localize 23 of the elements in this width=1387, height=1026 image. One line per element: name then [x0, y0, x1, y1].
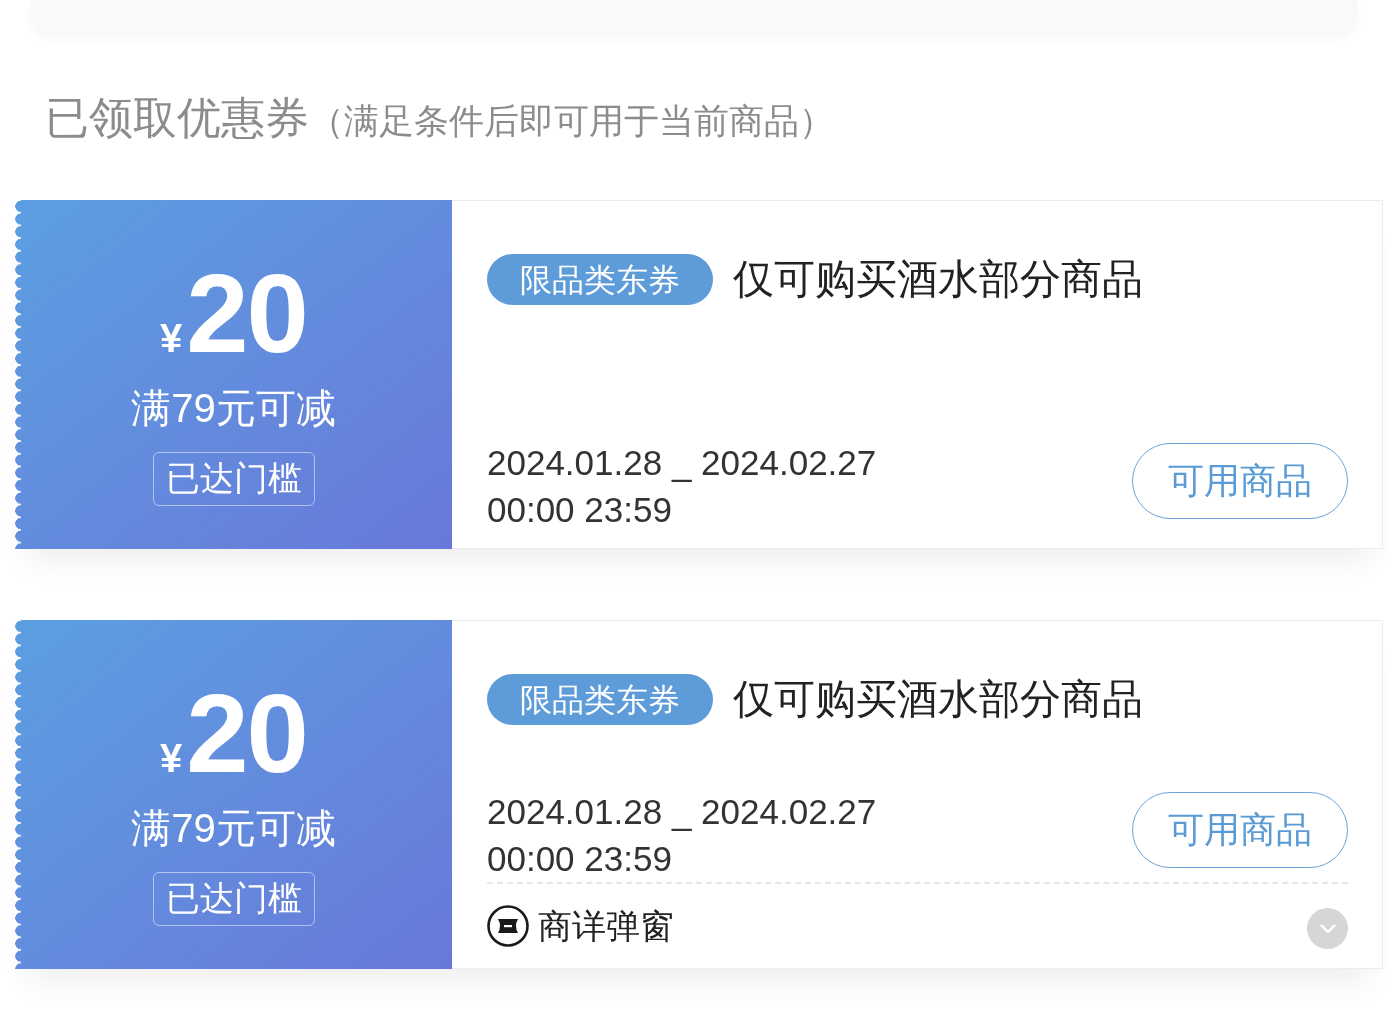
available-products-button[interactable]: 可用商品 — [1132, 443, 1348, 519]
threshold-badge: 已达门槛 — [152, 451, 315, 506]
discount-condition: 满79元可减 — [131, 384, 336, 432]
discount-amount: 20 — [186, 677, 307, 790]
coupon-title: 仅可购买酒水部分商品 — [733, 255, 1143, 304]
category-tag: 限品类东券 — [487, 674, 713, 726]
detail-popup-label: 商详弹窗 — [538, 905, 674, 947]
currency-symbol: ¥ — [160, 317, 183, 358]
section-title: 已领取优惠券 — [45, 93, 309, 143]
discount-condition: 满79元可减 — [131, 804, 336, 852]
validity-text: 2024.01.28 _ 2024.02.27 — [487, 791, 877, 833]
coupon-title: 仅可购买酒水部分商品 — [733, 675, 1143, 724]
threshold-badge: 已达门槛 — [152, 871, 315, 926]
currency-symbol: ¥ — [160, 737, 183, 778]
ticket-icon — [487, 905, 529, 947]
validity-text: 00:00 23:59 — [487, 489, 673, 531]
category-tag: 限品类东券 — [487, 254, 713, 306]
validity-text: 00:00 23:59 — [487, 838, 673, 880]
section-note: （满足条件后即可用于当前商品） — [309, 100, 834, 142]
validity-text: 2024.01.28 _ 2024.02.27 — [487, 442, 877, 484]
available-products-button[interactable]: 可用商品 — [1132, 792, 1348, 868]
discount-amount: 20 — [186, 257, 307, 370]
expand-button[interactable] — [1307, 908, 1348, 949]
